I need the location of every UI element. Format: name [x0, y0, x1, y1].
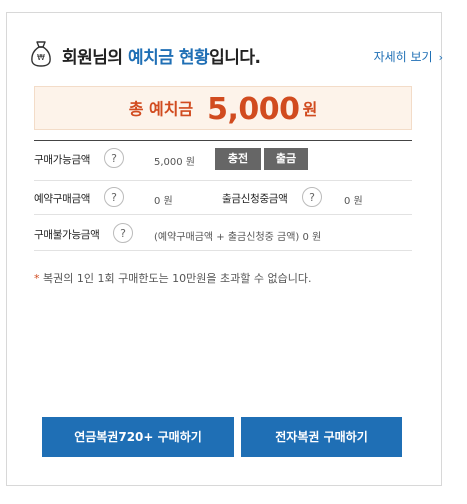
notice-text: 복권의 1인 1회 구매한도는 10만원을 초과할 수 없습니다. — [39, 272, 312, 285]
charge-button[interactable]: 충전 — [215, 148, 261, 170]
total-deposit-unit: 원 — [302, 99, 318, 119]
money-bag-icon: ₩ — [31, 41, 51, 67]
row-divider — [34, 250, 412, 251]
title-prefix: 회원님의 — [62, 48, 128, 68]
e-lottery-buy-button[interactable]: 전자복권 구매하기 — [241, 417, 402, 457]
unavailable-help-icon[interactable]: ? — [113, 223, 133, 243]
svg-text:₩: ₩ — [37, 53, 45, 62]
reserved-amount-label: 예약구매금액 — [34, 193, 91, 205]
withdraw-button[interactable]: 출금 — [264, 148, 308, 170]
withdraw-pending-label: 출금신청중금액 — [222, 193, 288, 205]
available-help-icon[interactable]: ? — [104, 148, 124, 168]
title-suffix: 입니다. — [209, 48, 261, 68]
unavailable-amount-value: (예약구매금액 + 출금신청중 금액) 0 원 — [154, 232, 322, 243]
reserved-help-icon[interactable]: ? — [104, 187, 124, 207]
total-deposit-amount: 5,000 — [207, 91, 300, 127]
available-amount-label: 구매가능금액 — [34, 154, 91, 166]
deposit-header: ₩ 회원님의 예치금 현황입니다. 자세히 보기 › — [30, 38, 447, 72]
deposit-status-panel — [6, 12, 442, 486]
chevron-right-icon: › — [438, 51, 443, 64]
reserved-amount-value: 0 원 — [154, 196, 173, 207]
view-details-label: 자세히 보기 — [373, 50, 433, 64]
withdraw-pending-value: 0 원 — [344, 196, 363, 207]
table-top-divider — [34, 140, 412, 141]
unavailable-amount-label: 구매불가능금액 — [34, 229, 100, 241]
pension-lottery-buy-button[interactable]: 연금복권720+ 구매하기 — [42, 417, 234, 457]
row-divider — [34, 214, 412, 215]
available-amount-value: 5,000 원 — [154, 157, 196, 168]
title-highlight: 예치금 현황 — [127, 48, 210, 68]
total-deposit-box: 총 예치금 5,000 원 — [34, 86, 412, 130]
purchase-limit-notice: * 복권의 1인 1회 구매한도는 10만원을 초과할 수 없습니다. — [34, 270, 311, 286]
row-divider — [34, 180, 412, 181]
page-title: 회원님의 예치금 현황입니다. — [62, 43, 261, 68]
withdraw-pending-help-icon[interactable]: ? — [302, 187, 322, 207]
view-details-link[interactable]: 자세히 보기 › — [374, 48, 443, 65]
total-deposit-label: 총 예치금 — [128, 99, 194, 119]
